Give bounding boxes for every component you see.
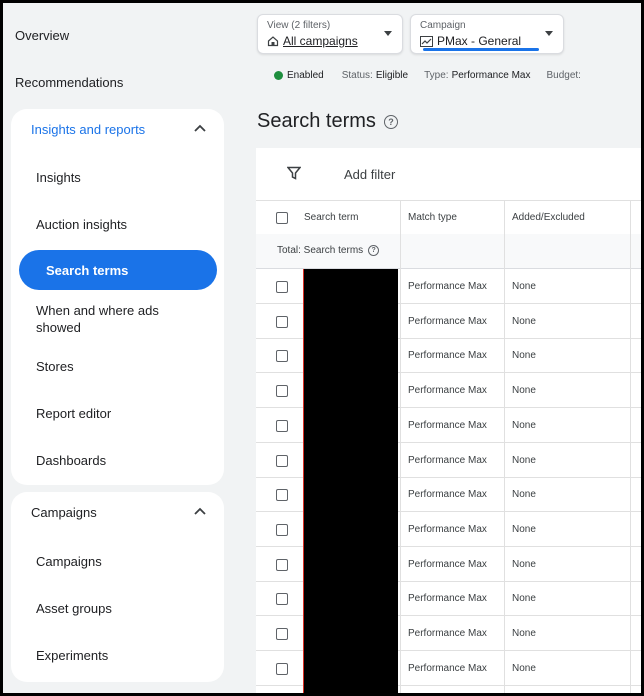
added-excluded-cell: None (512, 662, 536, 674)
match-type-cell: Performance Max (408, 419, 487, 431)
campaigns-label: Campaigns (31, 504, 97, 520)
added-excluded-cell: None (512, 523, 536, 535)
row-checkbox[interactable] (276, 662, 288, 675)
row-checkbox[interactable] (276, 628, 288, 640)
match-type-cell: Performance Max (408, 281, 487, 292)
dropdown-arrow-icon (545, 31, 553, 36)
match-type-cell: Performance Max (408, 385, 487, 397)
total-row: Total: Search terms ? (256, 234, 641, 269)
match-type-cell: Performance Max (408, 350, 487, 362)
added-excluded-cell: None (512, 350, 536, 362)
campaign-caption: Campaign (420, 20, 466, 31)
added-excluded-cell: None (512, 628, 536, 639)
sidebar-item-campaigns[interactable]: Campaigns (36, 553, 186, 570)
help-circle-icon[interactable]: ? (368, 245, 380, 256)
view-value-text: All campaigns (283, 34, 358, 48)
view-value: All campaigns (267, 34, 358, 48)
column-header-added-excluded[interactable]: Added/Excluded (512, 212, 585, 223)
row-checkbox[interactable] (276, 558, 288, 571)
type-label: Type: (424, 70, 449, 81)
select-all-checkbox[interactable] (276, 212, 288, 224)
added-excluded-cell: None (512, 419, 536, 431)
row-checkbox[interactable] (276, 454, 288, 467)
added-excluded-cell: None (512, 593, 536, 605)
match-type-cell: Performance Max (408, 489, 487, 501)
added-excluded-cell: None (512, 454, 536, 466)
campaigns-header[interactable]: Campaigns (31, 504, 208, 520)
added-excluded-cell: None (512, 558, 536, 570)
match-type-cell: Performance Max (408, 315, 487, 327)
column-header-search-term[interactable]: Search term (304, 212, 358, 223)
sidebar-item-report-editor[interactable]: Report editor (36, 405, 186, 422)
match-type-cell: Performance Max (408, 662, 487, 674)
view-caption: View (2 filters) (267, 20, 331, 31)
app-frame: Overview Recommendations Insights and re… (0, 0, 644, 696)
column-header-match-type[interactable]: Match type (408, 212, 457, 223)
active-underline (423, 48, 539, 51)
sidebar-item-search-terms[interactable]: Search terms (19, 250, 217, 290)
sidebar-item-auction-insights[interactable]: Auction insights (36, 216, 186, 233)
total-label-text: Total: Search terms (277, 245, 364, 256)
match-type-cell: Performance Max (408, 628, 487, 639)
row-checkbox[interactable] (276, 385, 288, 398)
row-checkbox[interactable] (276, 523, 288, 536)
sidebar-item-insights[interactable]: Insights (36, 169, 186, 186)
nav-overview[interactable]: Overview (15, 28, 69, 43)
status-label: Status: (341, 70, 373, 81)
match-type-cell: Performance Max (408, 593, 487, 605)
nav-recommendations[interactable]: Recommendations (15, 75, 123, 90)
added-excluded-cell: None (512, 281, 536, 292)
match-type-cell: Performance Max (408, 558, 487, 570)
insights-reports-header[interactable]: Insights and reports (31, 121, 208, 137)
row-checkbox[interactable] (276, 315, 288, 328)
redacted-search-terms (303, 269, 398, 693)
campaign-status-row: Enabled Status: Eligible Type: Performan… (274, 70, 581, 81)
budget-label: Budget: (546, 70, 581, 81)
campaign-filter-dropdown[interactable]: Campaign PMax - General (410, 14, 564, 54)
column-divider (400, 200, 401, 693)
chevron-up-icon[interactable] (192, 121, 208, 137)
sidebar-item-when-where[interactable]: When and where ads showed (36, 302, 186, 336)
match-type-cell: Performance Max (408, 523, 487, 535)
added-excluded-cell: None (512, 489, 536, 501)
enabled-status-dot (274, 71, 283, 80)
search-terms-table: Add filter Search term Match type Added/… (256, 148, 641, 693)
help-circle-icon[interactable]: ? (383, 114, 398, 129)
campaign-value: PMax - General (420, 34, 521, 48)
sidebar: Overview Recommendations Insights and re… (3, 3, 235, 693)
sidebar-item-stores[interactable]: Stores (36, 358, 186, 375)
column-divider (630, 200, 631, 693)
row-checkbox[interactable] (276, 593, 288, 606)
row-checkbox[interactable] (276, 489, 288, 502)
status-value: Eligible (375, 70, 409, 81)
home-icon (267, 36, 279, 47)
added-excluded-cell: None (512, 315, 536, 327)
insights-reports-card: Insights and reports (11, 109, 224, 485)
campaign-value-text: PMax - General (437, 34, 522, 48)
total-label: Total: Search terms ? (277, 245, 380, 256)
sidebar-item-label: Search terms (46, 262, 129, 278)
campaign-chart-icon (420, 35, 433, 47)
chevron-up-icon[interactable] (192, 504, 208, 520)
page-title: Search terms ? (257, 110, 398, 133)
row-checkbox[interactable] (276, 281, 288, 293)
match-type-cell: Performance Max (408, 454, 487, 466)
sidebar-item-dashboards[interactable]: Dashboards (36, 452, 186, 469)
row-checkbox[interactable] (276, 350, 288, 363)
table-header-row: Search term Match type Added/Excluded (256, 200, 641, 235)
insights-reports-label: Insights and reports (31, 121, 146, 137)
added-excluded-cell: None (512, 385, 536, 397)
filter-funnel-icon[interactable] (287, 166, 301, 180)
sidebar-item-asset-groups[interactable]: Asset groups (36, 600, 186, 617)
type-value: Performance Max (451, 70, 531, 81)
enabled-label: Enabled (287, 70, 324, 81)
row-checkbox[interactable] (276, 419, 288, 432)
view-filter-dropdown[interactable]: View (2 filters) All campaigns (257, 14, 403, 54)
filter-toolbar: Add filter (256, 148, 641, 201)
page-title-text: Search terms (257, 110, 376, 132)
add-filter-button[interactable]: Add filter (344, 167, 395, 182)
column-divider (504, 200, 505, 693)
dropdown-arrow-icon (384, 31, 392, 36)
sidebar-item-experiments[interactable]: Experiments (36, 647, 186, 664)
